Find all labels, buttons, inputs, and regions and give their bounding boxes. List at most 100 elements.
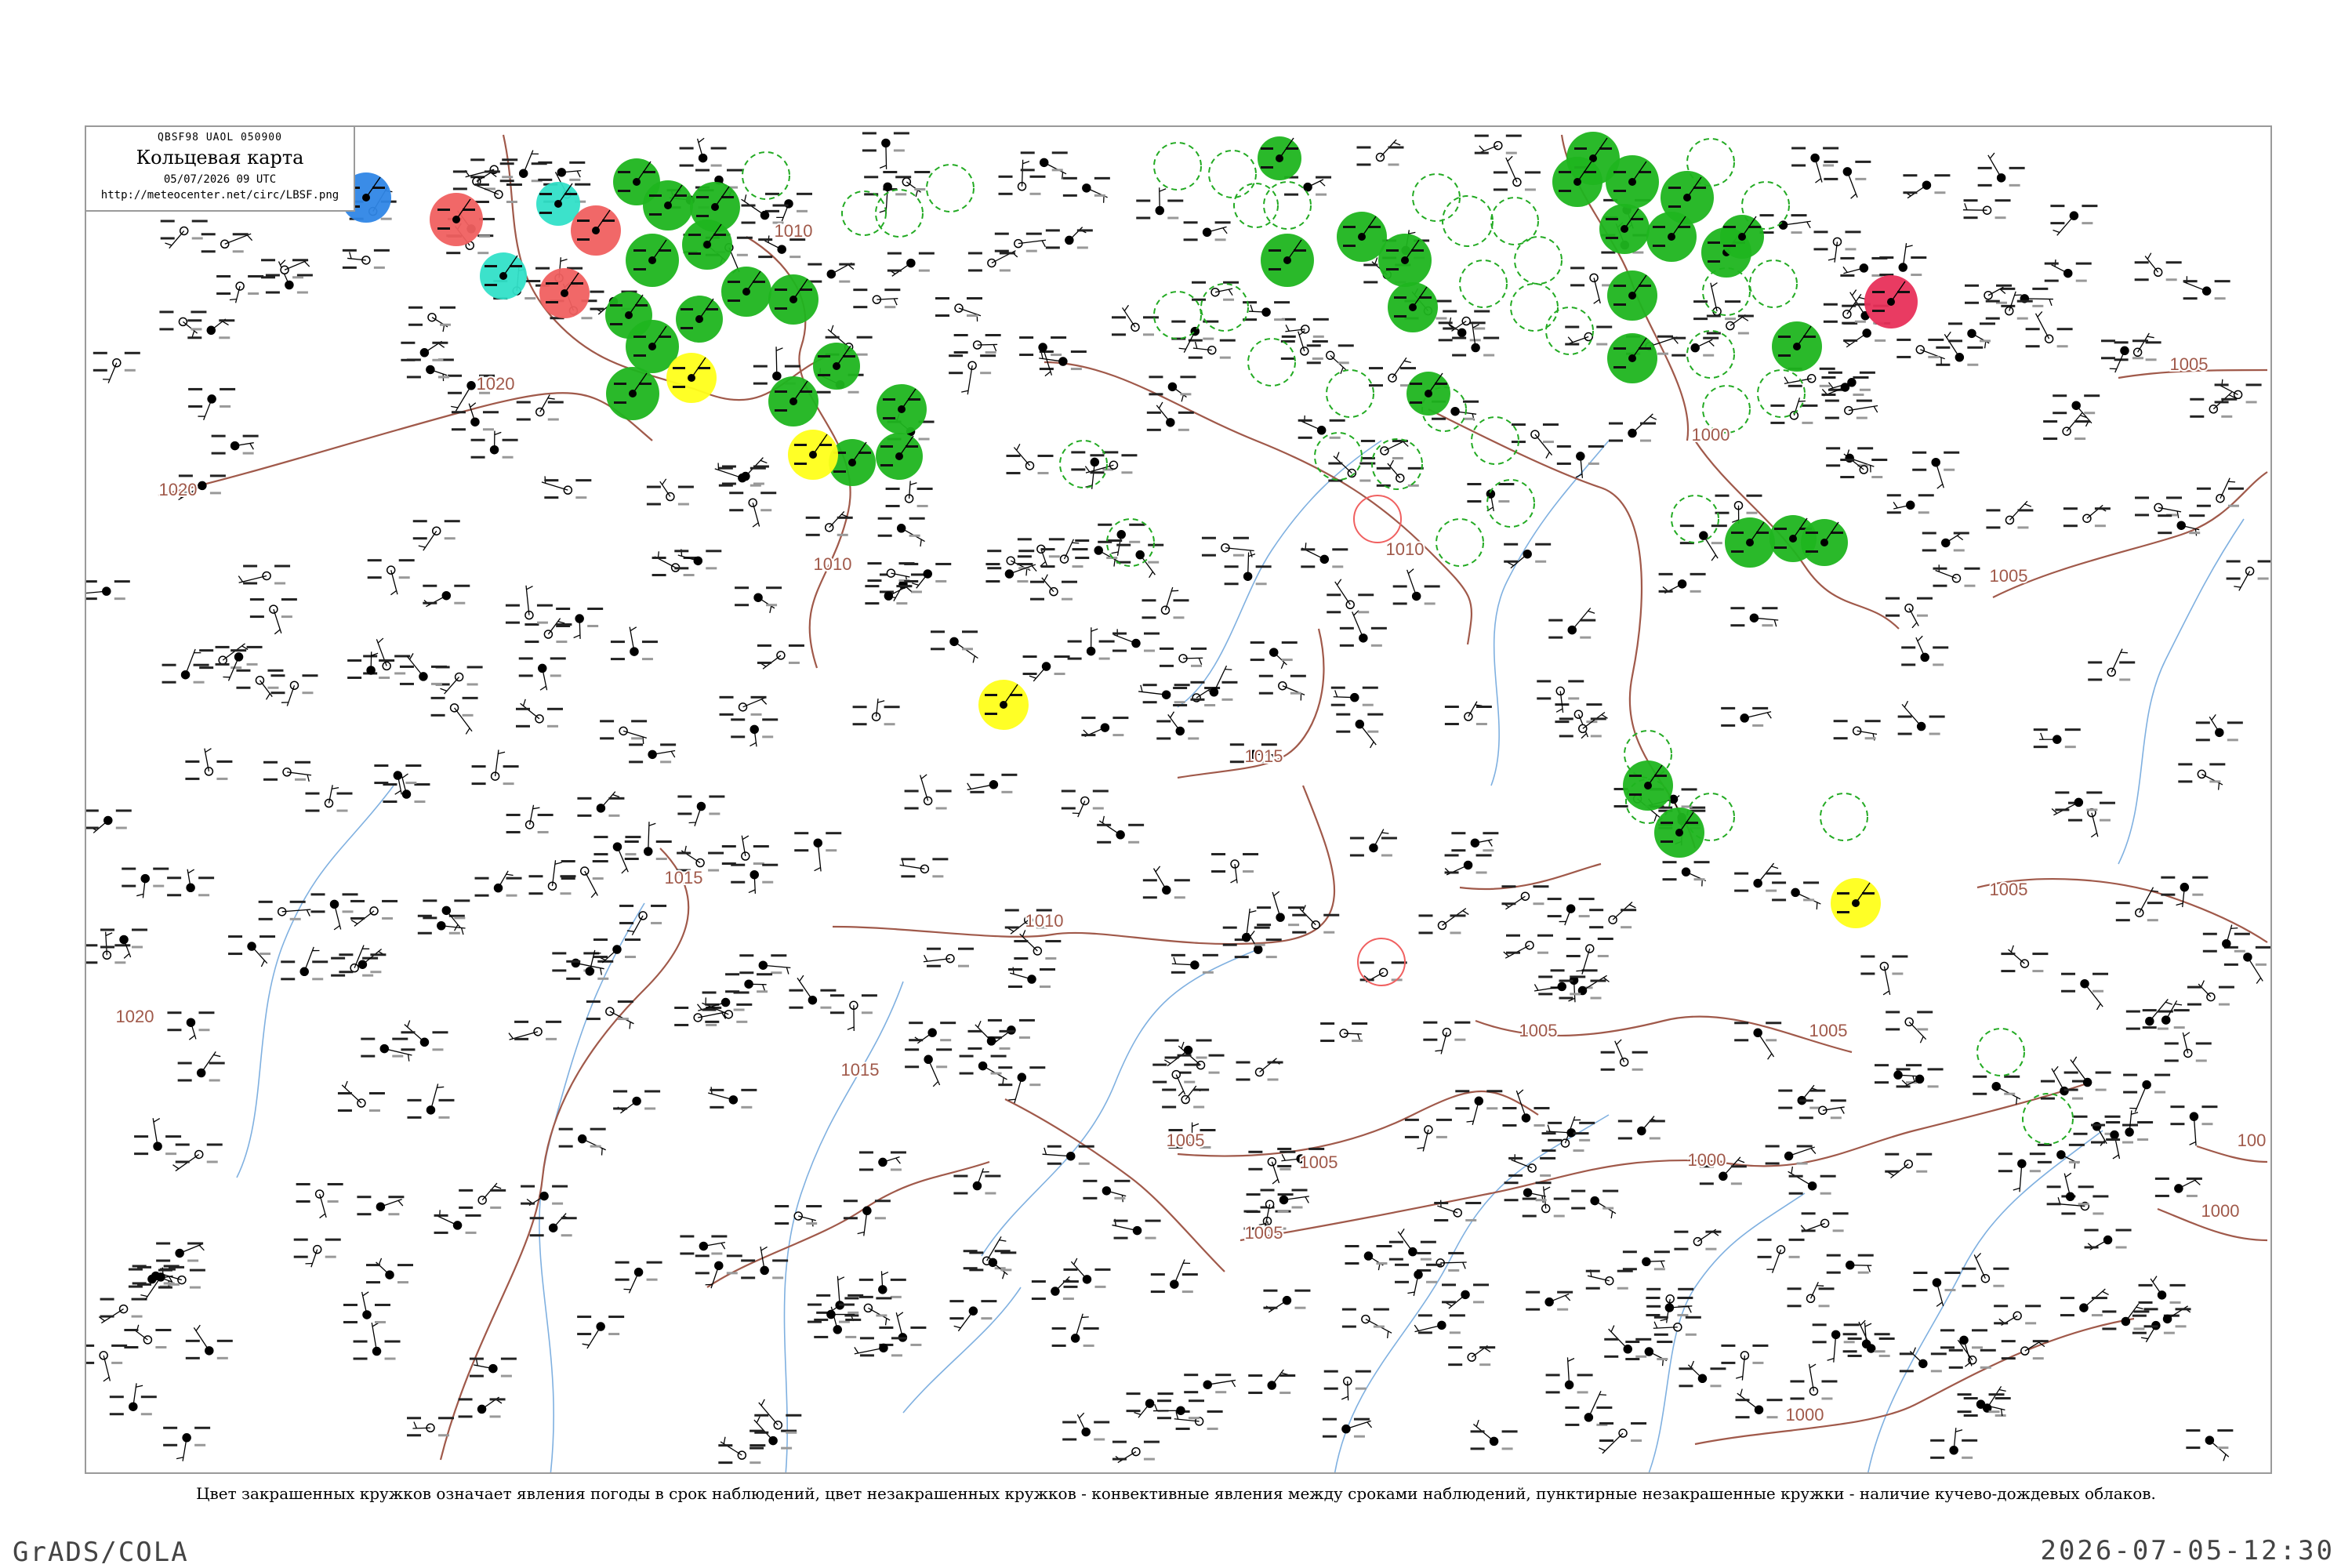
station-plot — [1840, 449, 1888, 479]
temp-mark — [407, 1417, 422, 1420]
station-plot — [1188, 339, 1236, 359]
pressure-mark — [800, 390, 812, 393]
temp-mark — [1757, 1238, 1772, 1241]
index-mark — [388, 1213, 400, 1216]
wind-feather — [924, 954, 928, 962]
dew-mark — [1940, 1346, 1955, 1349]
dew-mark — [1236, 1078, 1250, 1081]
pressure-mark — [1332, 548, 1348, 551]
dew-mark — [2202, 949, 2217, 953]
pressure-mark — [274, 564, 291, 568]
station-plot — [1045, 227, 1093, 249]
index-mark — [1693, 878, 1705, 881]
index-mark — [896, 602, 908, 605]
temp-mark — [985, 694, 997, 696]
temp-mark — [614, 383, 626, 385]
pressure-mark — [2218, 985, 2234, 989]
pressure-mark — [1173, 599, 1189, 602]
pressure-mark — [1766, 1022, 1782, 1025]
index-mark — [1486, 1107, 1498, 1110]
pressure-mark — [370, 953, 387, 956]
pressure-mark — [726, 169, 742, 172]
temp-mark — [754, 1414, 769, 1417]
station-plot — [613, 1090, 661, 1114]
index-mark — [706, 567, 717, 570]
wind-feather — [775, 347, 783, 351]
wind-feather — [1102, 815, 1105, 823]
station-plot — [1330, 686, 1378, 706]
temp-mark — [681, 308, 693, 310]
pressure-mark — [1653, 1250, 1670, 1254]
pressure-mark — [2078, 1185, 2094, 1189]
wind-feather — [1711, 554, 1716, 561]
temp-mark — [1345, 1245, 1359, 1248]
wind-barb — [1182, 657, 1203, 659]
map-source-url[interactable]: http://meteocenter.net/circ/LBSF.png — [86, 189, 354, 201]
wind-feather — [1123, 304, 1130, 311]
pressure-mark — [1029, 1066, 1046, 1069]
wind-feather — [884, 1318, 887, 1326]
wind-feather — [696, 1004, 702, 1011]
temp-mark — [673, 367, 685, 369]
temp-mark — [1246, 1193, 1261, 1196]
pressure-mark — [2189, 514, 2205, 517]
dew-mark — [185, 1356, 200, 1359]
wind-barb — [764, 240, 782, 250]
pressure-mark — [1083, 1327, 1099, 1330]
station-plot — [2084, 1229, 2132, 1250]
pressure-mark — [1534, 1106, 1550, 1109]
station-plot — [406, 358, 454, 382]
index-mark — [246, 662, 258, 666]
dew-mark — [561, 877, 575, 880]
index-mark — [2099, 818, 2111, 822]
temp-mark — [2044, 262, 2059, 265]
temp-mark — [2115, 902, 2130, 905]
temp-mark — [1548, 619, 1563, 622]
pressure-mark — [1818, 1287, 1835, 1290]
map-area[interactable]: 1010 1020 1020 1015 1015 1010 1010 1015 1010 1005… — [85, 125, 2272, 1474]
index-mark — [1173, 616, 1185, 619]
index-mark — [1265, 956, 1277, 959]
temp-mark — [1559, 171, 1571, 173]
temp-mark — [188, 387, 203, 390]
wind-feather — [762, 984, 766, 992]
station-plot — [160, 220, 208, 249]
river-6 — [1177, 440, 1382, 708]
temp-mark — [998, 1066, 1013, 1069]
station-plot — [1039, 350, 1087, 371]
wind-feather — [1091, 628, 1098, 632]
weather-circle-red — [571, 205, 621, 256]
dew-mark — [1112, 1457, 1127, 1461]
index-mark — [1649, 1137, 1661, 1140]
dew-mark — [347, 676, 362, 679]
pressure-mark — [248, 274, 264, 278]
wind-barb — [2034, 313, 2050, 339]
pressure-mark — [884, 706, 900, 709]
temp-mark — [1957, 1393, 1972, 1396]
station-plot — [1467, 483, 1515, 512]
temp-mark — [175, 1143, 190, 1146]
station-plot — [829, 994, 877, 1031]
station-plot — [1922, 532, 1969, 552]
station-plot — [1899, 1347, 1947, 1373]
station-plot — [1734, 1022, 1782, 1060]
index-mark — [1653, 1268, 1665, 1271]
pressure-mark — [706, 550, 722, 553]
pressure-mark — [131, 1298, 147, 1301]
station-plot — [1903, 174, 1951, 199]
wind-feather — [1041, 240, 1046, 248]
wind-barb — [1334, 581, 1351, 605]
pressure-mark — [1657, 1341, 1673, 1344]
weather-circle-green — [768, 376, 818, 426]
temp-mark — [1600, 1051, 1615, 1054]
index-mark — [448, 931, 460, 935]
wind-feather — [1462, 910, 1469, 916]
dew-mark — [1821, 393, 1836, 396]
dew-mark — [1349, 854, 1364, 857]
dew-mark — [367, 576, 382, 579]
pressure-mark — [1832, 1212, 1849, 1215]
temp-mark — [1111, 316, 1126, 319]
index-mark — [1635, 1355, 1647, 1358]
temp-mark — [430, 696, 445, 699]
index-mark — [2086, 808, 2098, 811]
